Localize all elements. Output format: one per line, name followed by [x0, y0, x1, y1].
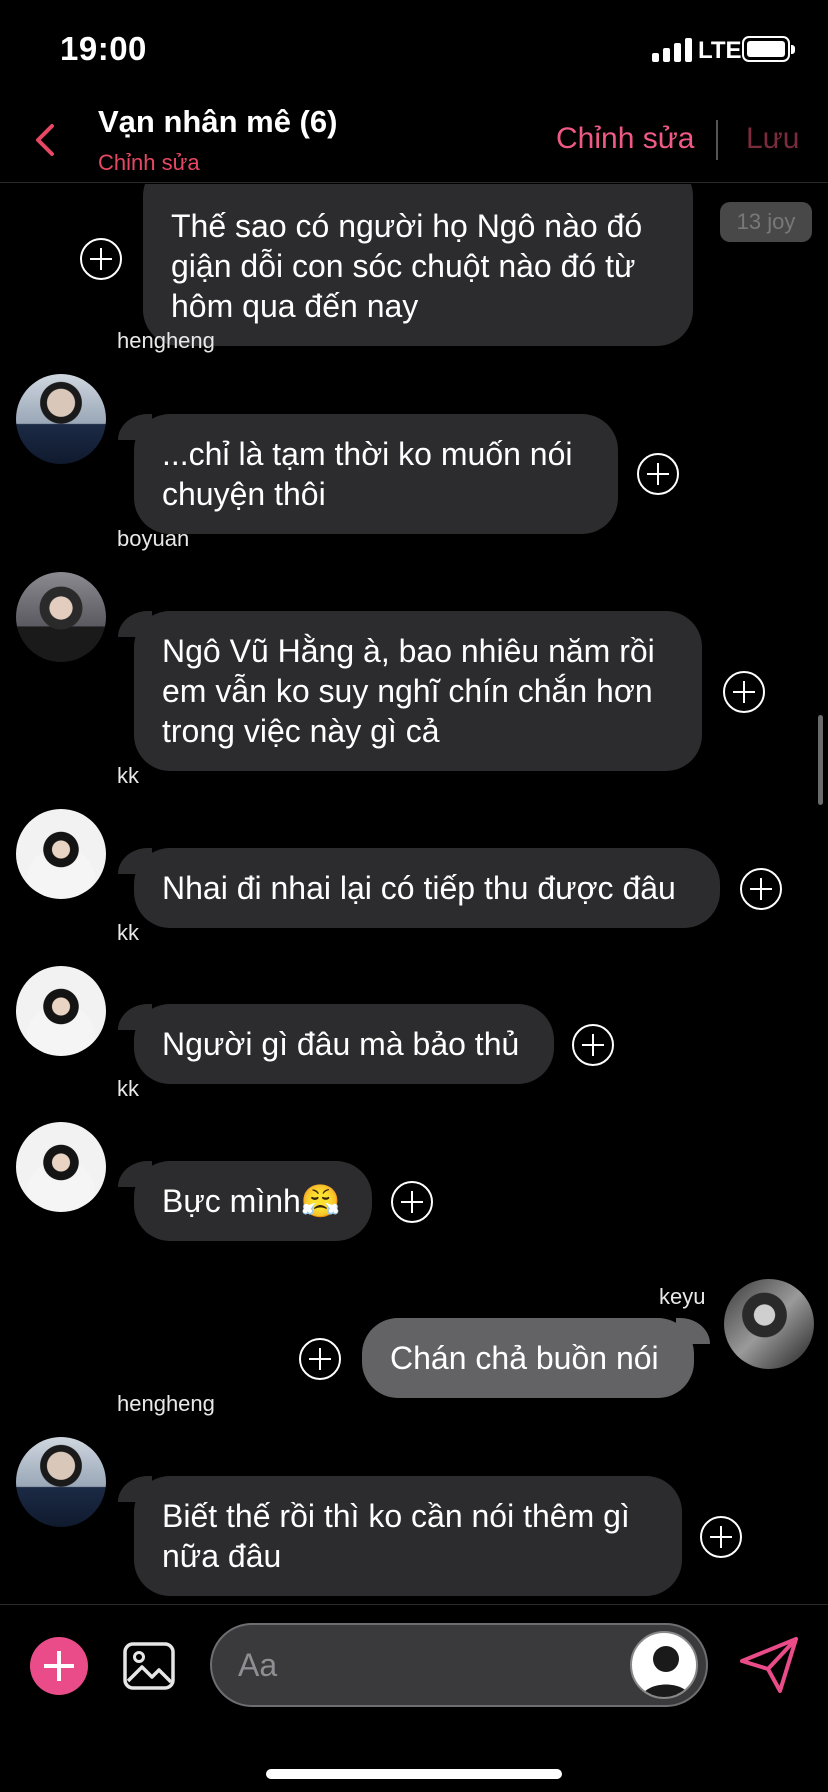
- message-list[interactable]: Thế sao có người họ Ngô nào đó giận dỗi …: [0, 184, 828, 1604]
- react-button[interactable]: [700, 1516, 742, 1558]
- message-text: Chán chả buồn nói: [390, 1340, 659, 1376]
- battery-icon: [742, 36, 795, 62]
- react-button[interactable]: [572, 1024, 614, 1066]
- avatar[interactable]: [724, 1279, 814, 1369]
- add-button[interactable]: [30, 1637, 88, 1695]
- save-button[interactable]: Lưu: [746, 122, 799, 156]
- message-bubble[interactable]: Bực mình😤: [118, 1161, 372, 1241]
- message-text: Bực mình😤: [162, 1183, 341, 1219]
- avatar[interactable]: [16, 1122, 106, 1212]
- message-input[interactable]: [238, 1641, 568, 1689]
- message-bubble[interactable]: ...chỉ là tạm thời ko muốn nói chuyện th…: [118, 414, 618, 534]
- avatar[interactable]: [16, 572, 106, 662]
- message-bubble[interactable]: Biết thế rồi thì ko cần nói thêm gì nữa …: [118, 1476, 682, 1596]
- header-divider: [716, 120, 718, 160]
- react-button[interactable]: [80, 238, 122, 280]
- message-bubble[interactable]: Ngô Vũ Hằng à, bao nhiêu năm rồi em vẫn …: [118, 611, 702, 771]
- message-text: Người gì đâu mà bảo thủ: [162, 1026, 520, 1062]
- send-icon: [740, 1637, 798, 1693]
- avatar[interactable]: [16, 966, 106, 1056]
- image-icon: [123, 1642, 175, 1690]
- image-button[interactable]: [122, 1639, 176, 1693]
- sender-name: hengheng: [117, 1391, 215, 1416]
- avatar[interactable]: [16, 1437, 106, 1527]
- message-text: ...chỉ là tạm thời ko muốn nói chuyện th…: [162, 436, 573, 512]
- sender-name: boyuan: [117, 526, 190, 551]
- message-bubble[interactable]: Chán chả buồn nói: [362, 1318, 710, 1398]
- chat-title[interactable]: Vạn nhân mê (6): [98, 104, 337, 140]
- edit-button[interactable]: Chỉnh sửa: [556, 122, 695, 156]
- message-text: Thế sao có người họ Ngô nào đó giận dỗi …: [171, 208, 643, 324]
- composer-bar: [0, 1604, 828, 1792]
- react-button[interactable]: [299, 1338, 341, 1380]
- chat-header: Vạn nhân mê (6) Chỉnh sửa Chỉnh sửa Lưu: [0, 100, 828, 183]
- scrollbar[interactable]: [818, 715, 823, 805]
- react-button[interactable]: [637, 453, 679, 495]
- home-indicator[interactable]: [266, 1769, 562, 1779]
- avatar[interactable]: [630, 1631, 698, 1699]
- avatar[interactable]: [16, 809, 106, 899]
- sender-name: kk: [117, 763, 139, 788]
- message-text: Nhai đi nhai lại có tiếp thu được đâu: [162, 870, 676, 906]
- status-bar: 19:00 LTE: [0, 0, 828, 100]
- message-bubble[interactable]: Thế sao có người họ Ngô nào đó giận dỗi …: [143, 184, 693, 346]
- chevron-left-icon: [36, 124, 54, 156]
- react-button[interactable]: [723, 671, 765, 713]
- sender-name: keyu: [659, 1284, 706, 1309]
- message-bubble[interactable]: Người gì đâu mà bảo thủ: [118, 1004, 554, 1084]
- avatar[interactable]: [16, 374, 106, 464]
- sender-name: kk: [117, 920, 139, 945]
- react-button[interactable]: [391, 1181, 433, 1223]
- message-field[interactable]: [210, 1623, 708, 1707]
- message-bubble[interactable]: Nhai đi nhai lại có tiếp thu được đâu: [118, 848, 720, 928]
- sender-name: hengheng: [117, 328, 215, 353]
- send-button[interactable]: [738, 1635, 800, 1695]
- network-label: LTE: [698, 37, 742, 64]
- chat-subtitle[interactable]: Chỉnh sửa: [98, 150, 200, 176]
- sender-name: kk: [117, 1076, 139, 1101]
- react-button[interactable]: [740, 868, 782, 910]
- person-icon: [641, 1646, 691, 1697]
- status-time: 19:00: [60, 30, 147, 67]
- message-text: Ngô Vũ Hằng à, bao nhiêu năm rồi em vẫn …: [162, 633, 655, 749]
- message-text: Biết thế rồi thì ko cần nói thêm gì nữa …: [162, 1498, 630, 1574]
- back-button[interactable]: [30, 120, 60, 160]
- peek-badge: 13 joy: [720, 202, 812, 242]
- signal-icon: [652, 38, 694, 62]
